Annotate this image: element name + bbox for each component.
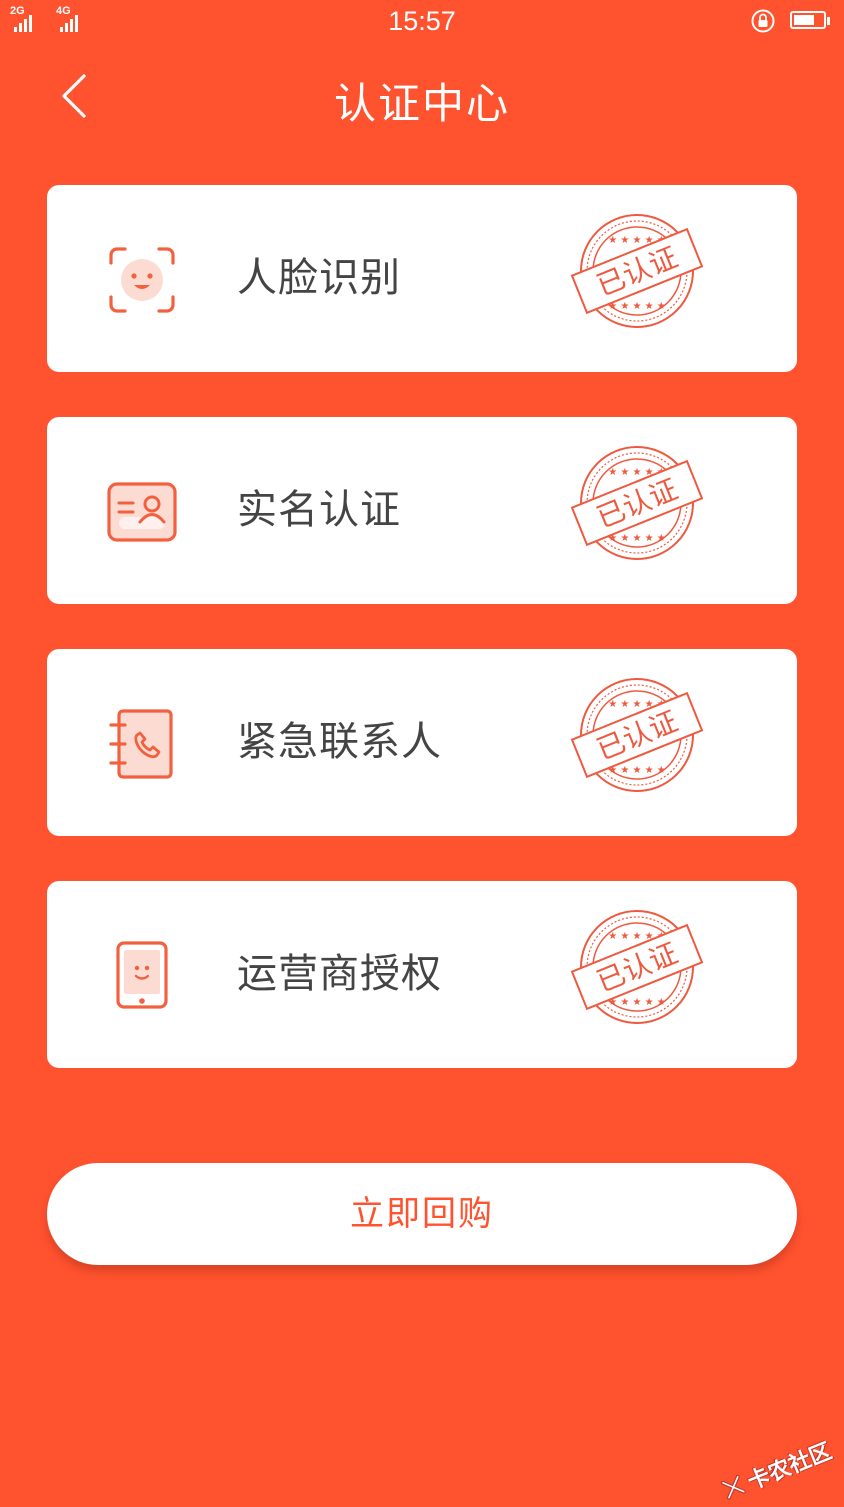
svg-text:★ ★ ★ ★ ★: ★ ★ ★ ★ ★ xyxy=(608,997,666,1008)
verified-stamp-icon: ★ ★ ★ ★ ★ ★ ★ ★ ★ ★ 已认证 xyxy=(570,214,704,328)
svg-text:★ ★ ★ ★ ★: ★ ★ ★ ★ ★ xyxy=(608,765,666,776)
watermark-text: 卡农社区 xyxy=(744,1438,836,1496)
battery-icon xyxy=(790,11,830,31)
card-real-name[interactable]: 实名认证 ★ ★ ★ ★ ★ ★ ★ ★ ★ ★ 已认证 xyxy=(47,417,797,604)
watermark-logo-icon xyxy=(720,1474,746,1500)
card-label: 运营商授权 xyxy=(237,951,442,997)
card-label: 实名认证 xyxy=(237,487,401,533)
card-emergency-contact[interactable]: 紧急联系人 ★ ★ ★ ★ ★ ★ ★ ★ ★ ★ 已认证 xyxy=(47,649,797,836)
watermark: 卡农社区 xyxy=(716,1433,836,1506)
card-carrier-authorization[interactable]: 运营商授权 ★ ★ ★ ★ ★ ★ ★ ★ ★ ★ 已认证 xyxy=(47,881,797,1068)
rotation-lock-icon xyxy=(751,9,775,33)
verified-stamp-icon: ★ ★ ★ ★ ★ ★ ★ ★ ★ ★ 已认证 xyxy=(570,910,704,1024)
card-label: 人脸识别 xyxy=(237,255,401,301)
verified-stamp-icon: ★ ★ ★ ★ ★ ★ ★ ★ ★ ★ 已认证 xyxy=(570,446,704,560)
phone-icon xyxy=(116,941,168,1009)
buy-back-button[interactable]: 立即回购 xyxy=(47,1163,797,1265)
verified-stamp-icon: ★ ★ ★ ★ ★ ★ ★ ★ ★ ★ 已认证 xyxy=(570,678,704,792)
card-face-recognition[interactable]: 人脸识别 ★ ★ ★ ★ ★ ★ ★ ★ ★ ★ 已认证 xyxy=(47,185,797,372)
page-title: 认证中心 xyxy=(333,79,510,128)
status-time: 15:57 xyxy=(388,6,456,36)
contact-book-icon xyxy=(109,709,173,779)
svg-text:★ ★ ★ ★ ★: ★ ★ ★ ★ ★ xyxy=(608,533,666,544)
face-scan-icon xyxy=(109,247,175,313)
id-card-icon xyxy=(107,482,177,542)
status-bar: 2G 4G 15:57 xyxy=(0,0,844,44)
svg-text:★ ★ ★ ★ ★: ★ ★ ★ ★ ★ xyxy=(608,301,666,312)
status-right-icons xyxy=(750,8,830,34)
navbar: 认证中心 xyxy=(0,44,844,154)
card-label: 紧急联系人 xyxy=(237,719,442,765)
